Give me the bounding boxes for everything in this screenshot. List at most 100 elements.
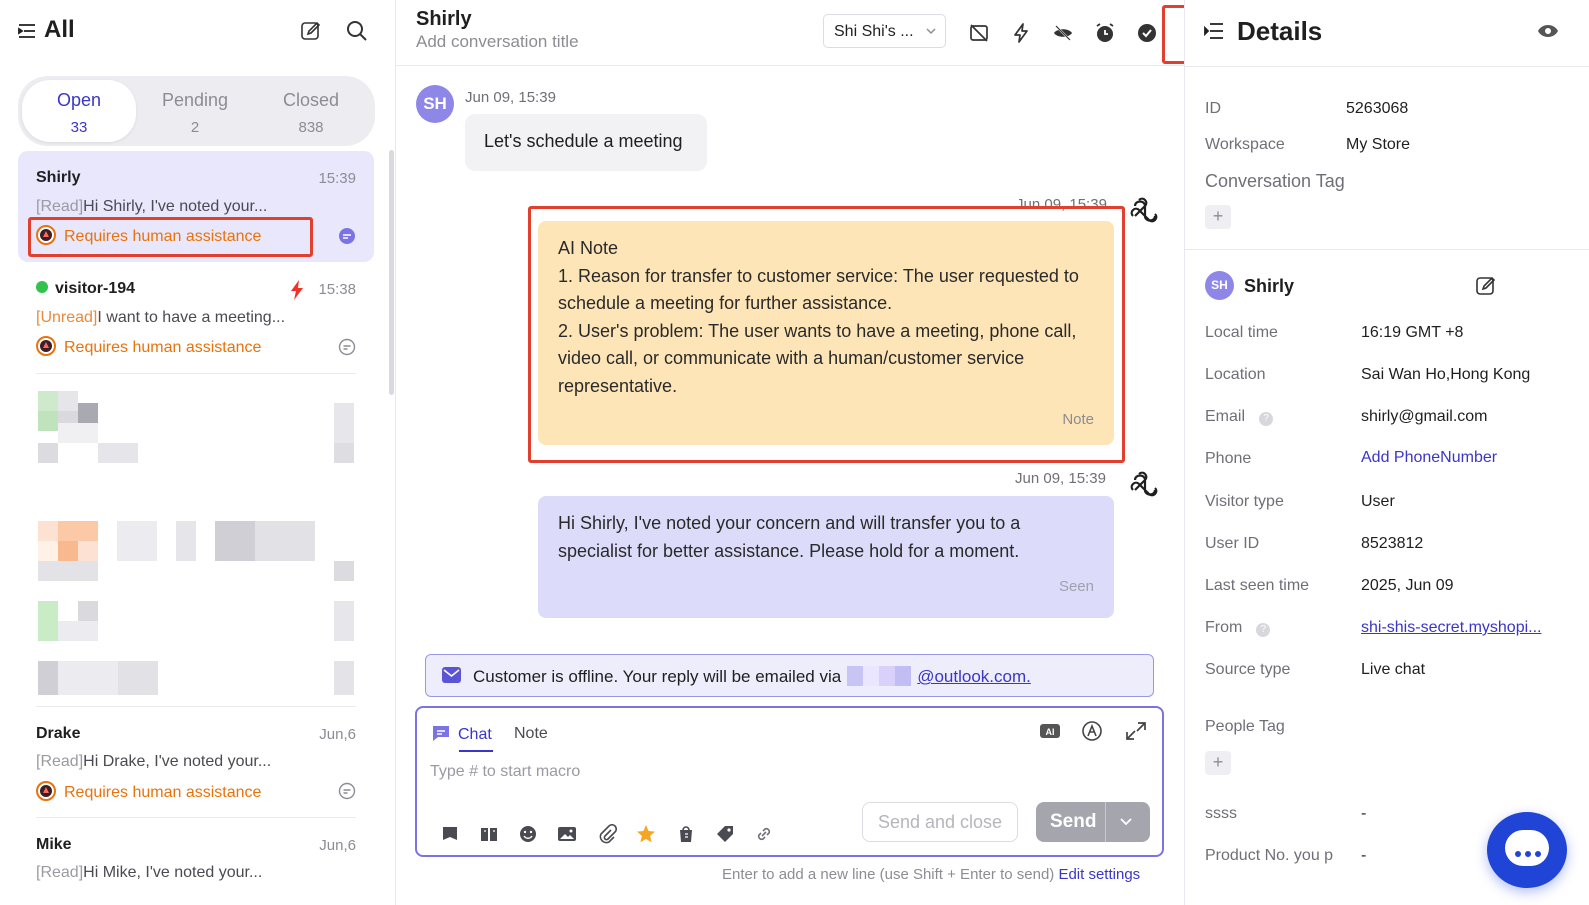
composer-tab-chat[interactable]: Chat [431, 724, 492, 744]
resolve-check-icon[interactable] [1136, 22, 1158, 44]
details-collapse-icon[interactable] [1204, 22, 1224, 40]
agent-select[interactable]: Shi Shi's ... [823, 14, 946, 48]
ai-note-reason: 1. Reason for transfer to customer servi… [558, 265, 1079, 314]
read-tag: [Read] [36, 753, 84, 770]
details-panel: Details ID 5263068 Workspace My Store Co… [1184, 0, 1589, 905]
image-icon[interactable] [557, 824, 577, 844]
urgent-bolt-icon [291, 280, 303, 300]
knowledge-book-icon[interactable] [479, 824, 499, 844]
conversation-title-input[interactable]: Add conversation title [416, 32, 579, 52]
snooze-alarm-icon[interactable] [1094, 22, 1116, 44]
edit-settings-link[interactable]: Edit settings [1058, 866, 1140, 883]
add-people-tag-button[interactable]: + [1205, 751, 1231, 775]
ai-assist-icon[interactable]: AI [1038, 720, 1062, 742]
add-conversation-tag-button[interactable]: + [1205, 205, 1231, 229]
conversation-name: Mike [36, 836, 72, 853]
star-icon[interactable] [636, 824, 656, 844]
chat-channel-icon [338, 782, 356, 800]
assist-label: Requires human assistance [64, 339, 262, 356]
detail-value-last-seen: 2025, Jun 09 [1361, 577, 1454, 594]
detail-label-last-seen: Last seen time [1205, 577, 1310, 594]
tab-pending-count: 2 [190, 119, 200, 136]
shopify-bag-icon[interactable] [676, 824, 696, 844]
add-phone-number-link[interactable]: Add PhoneNumber [1361, 449, 1497, 467]
chat-channel-icon [339, 228, 355, 244]
assist-status: Requires human assistance [36, 336, 261, 357]
message-bubble-customer: Let's schedule a meeting [465, 114, 707, 171]
status-tabs: Open 33 Pending 2 Closed 838 [18, 76, 375, 146]
tab-open-count: 33 [70, 119, 88, 136]
template-icon[interactable] [440, 824, 460, 844]
chat-bubble-icon [433, 726, 449, 741]
conversation-tag-label: Conversation Tag [1205, 171, 1345, 191]
conversation-time: Jun,6 [319, 726, 356, 743]
help-icon[interactable]: ? [1259, 412, 1274, 426]
redacted-conversations [38, 391, 358, 695]
hide-eye-icon[interactable] [1052, 22, 1074, 44]
custom-field-value: - [1361, 847, 1367, 864]
conversation-item-mike[interactable]: Mike Jun,6 [Read]Hi Mike, I've noted you… [18, 818, 374, 905]
composer-hint: Enter to add a new line (use Shift + Ent… [722, 866, 1140, 883]
help-icon[interactable]: ? [1256, 623, 1271, 637]
lightning-icon[interactable] [1010, 22, 1032, 44]
list-scrollbar[interactable] [389, 150, 394, 395]
tab-pending[interactable]: Pending 2 [138, 80, 252, 142]
user-name: Shirly [1244, 276, 1295, 296]
expand-icon[interactable] [1124, 720, 1148, 742]
chevron-down-icon [926, 28, 936, 35]
detail-value-email: shirly@gmail.com [1361, 408, 1488, 425]
details-divider [1185, 66, 1589, 67]
tab-closed[interactable]: Closed 838 [254, 80, 368, 142]
coupon-tag-icon[interactable] [715, 824, 735, 844]
detail-value-from-link[interactable]: shi-shis-secret.myshopi... [1361, 619, 1542, 637]
conversation-preview: [Unread]I want to have a meeting... [36, 309, 285, 327]
menu-collapse-icon[interactable] [18, 22, 36, 40]
conversation-name: Drake [36, 725, 81, 742]
send-and-close-button[interactable]: Send and close [862, 802, 1018, 842]
link-icon[interactable] [754, 824, 774, 844]
send-options-chevron-icon[interactable] [1119, 816, 1133, 828]
conversation-item-shirly[interactable]: Shirly 15:39 [Read]Hi Shirly, I've noted… [18, 151, 374, 262]
custom-field-value: - [1361, 805, 1367, 822]
message-time: Jun 09, 15:39 [465, 89, 556, 106]
conversation-name-text: visitor-194 [55, 280, 136, 297]
detail-label-location: Location [1205, 366, 1266, 383]
conversation-name: visitor-194 [36, 280, 135, 298]
conversation-name: Shirly [36, 169, 81, 186]
video-off-icon[interactable] [968, 22, 990, 44]
offline-notice: Customer is offline. Your reply will be … [425, 654, 1154, 697]
mail-icon [442, 667, 461, 683]
detail-value-visitor-type: User [1361, 493, 1395, 510]
composer-tab-note[interactable]: Note [514, 725, 548, 743]
ai-note-problem: 2. User's problem: The user wants to hav… [558, 320, 1077, 396]
send-button[interactable]: Send [1036, 802, 1150, 842]
attachment-icon[interactable] [597, 824, 617, 844]
detail-label-workspace: Workspace [1205, 136, 1285, 153]
alert-badge-icon [36, 225, 56, 245]
offline-email-link[interactable]: @outlook.com. [917, 667, 1031, 686]
message-bubble-agent: Hi Shirly, I've noted your concern and w… [538, 496, 1114, 618]
ai-rewrite-icon[interactable] [1080, 720, 1104, 742]
conversation-item-visitor-194[interactable]: visitor-194 15:38 [Unread]I want to have… [18, 262, 374, 373]
assist-status: Requires human assistance [36, 781, 261, 802]
preview-text: Hi Mike, I've noted your... [83, 864, 263, 881]
live-chat-launcher-button[interactable] [1487, 812, 1567, 888]
eye-icon[interactable] [1537, 23, 1559, 39]
assist-label: Requires human assistance [64, 784, 262, 801]
people-tag-label: People Tag [1205, 718, 1285, 735]
conversation-item-drake[interactable]: Drake Jun,6 [Read]Hi Drake, I've noted y… [18, 707, 374, 818]
emoji-icon[interactable] [518, 824, 538, 844]
search-icon[interactable] [346, 20, 368, 42]
note-label: Note [1062, 410, 1094, 428]
conversation-preview: [Read]Hi Drake, I've noted your... [36, 753, 271, 771]
composer-input[interactable]: Type # to start macro [430, 763, 580, 781]
compose-icon[interactable] [300, 20, 322, 42]
edit-user-icon[interactable] [1476, 276, 1496, 296]
conversation-preview: [Read]Hi Shirly, I've noted your... [36, 198, 267, 216]
customer-avatar: SH [416, 85, 454, 123]
alert-badge-icon [36, 336, 56, 356]
message-time: Jun 09, 15:39 [1015, 470, 1106, 487]
tab-pending-label: Pending [161, 90, 229, 110]
tab-open[interactable]: Open 33 [22, 80, 136, 142]
chat-header: Shirly Add conversation title Shi Shi's … [396, 0, 1184, 66]
